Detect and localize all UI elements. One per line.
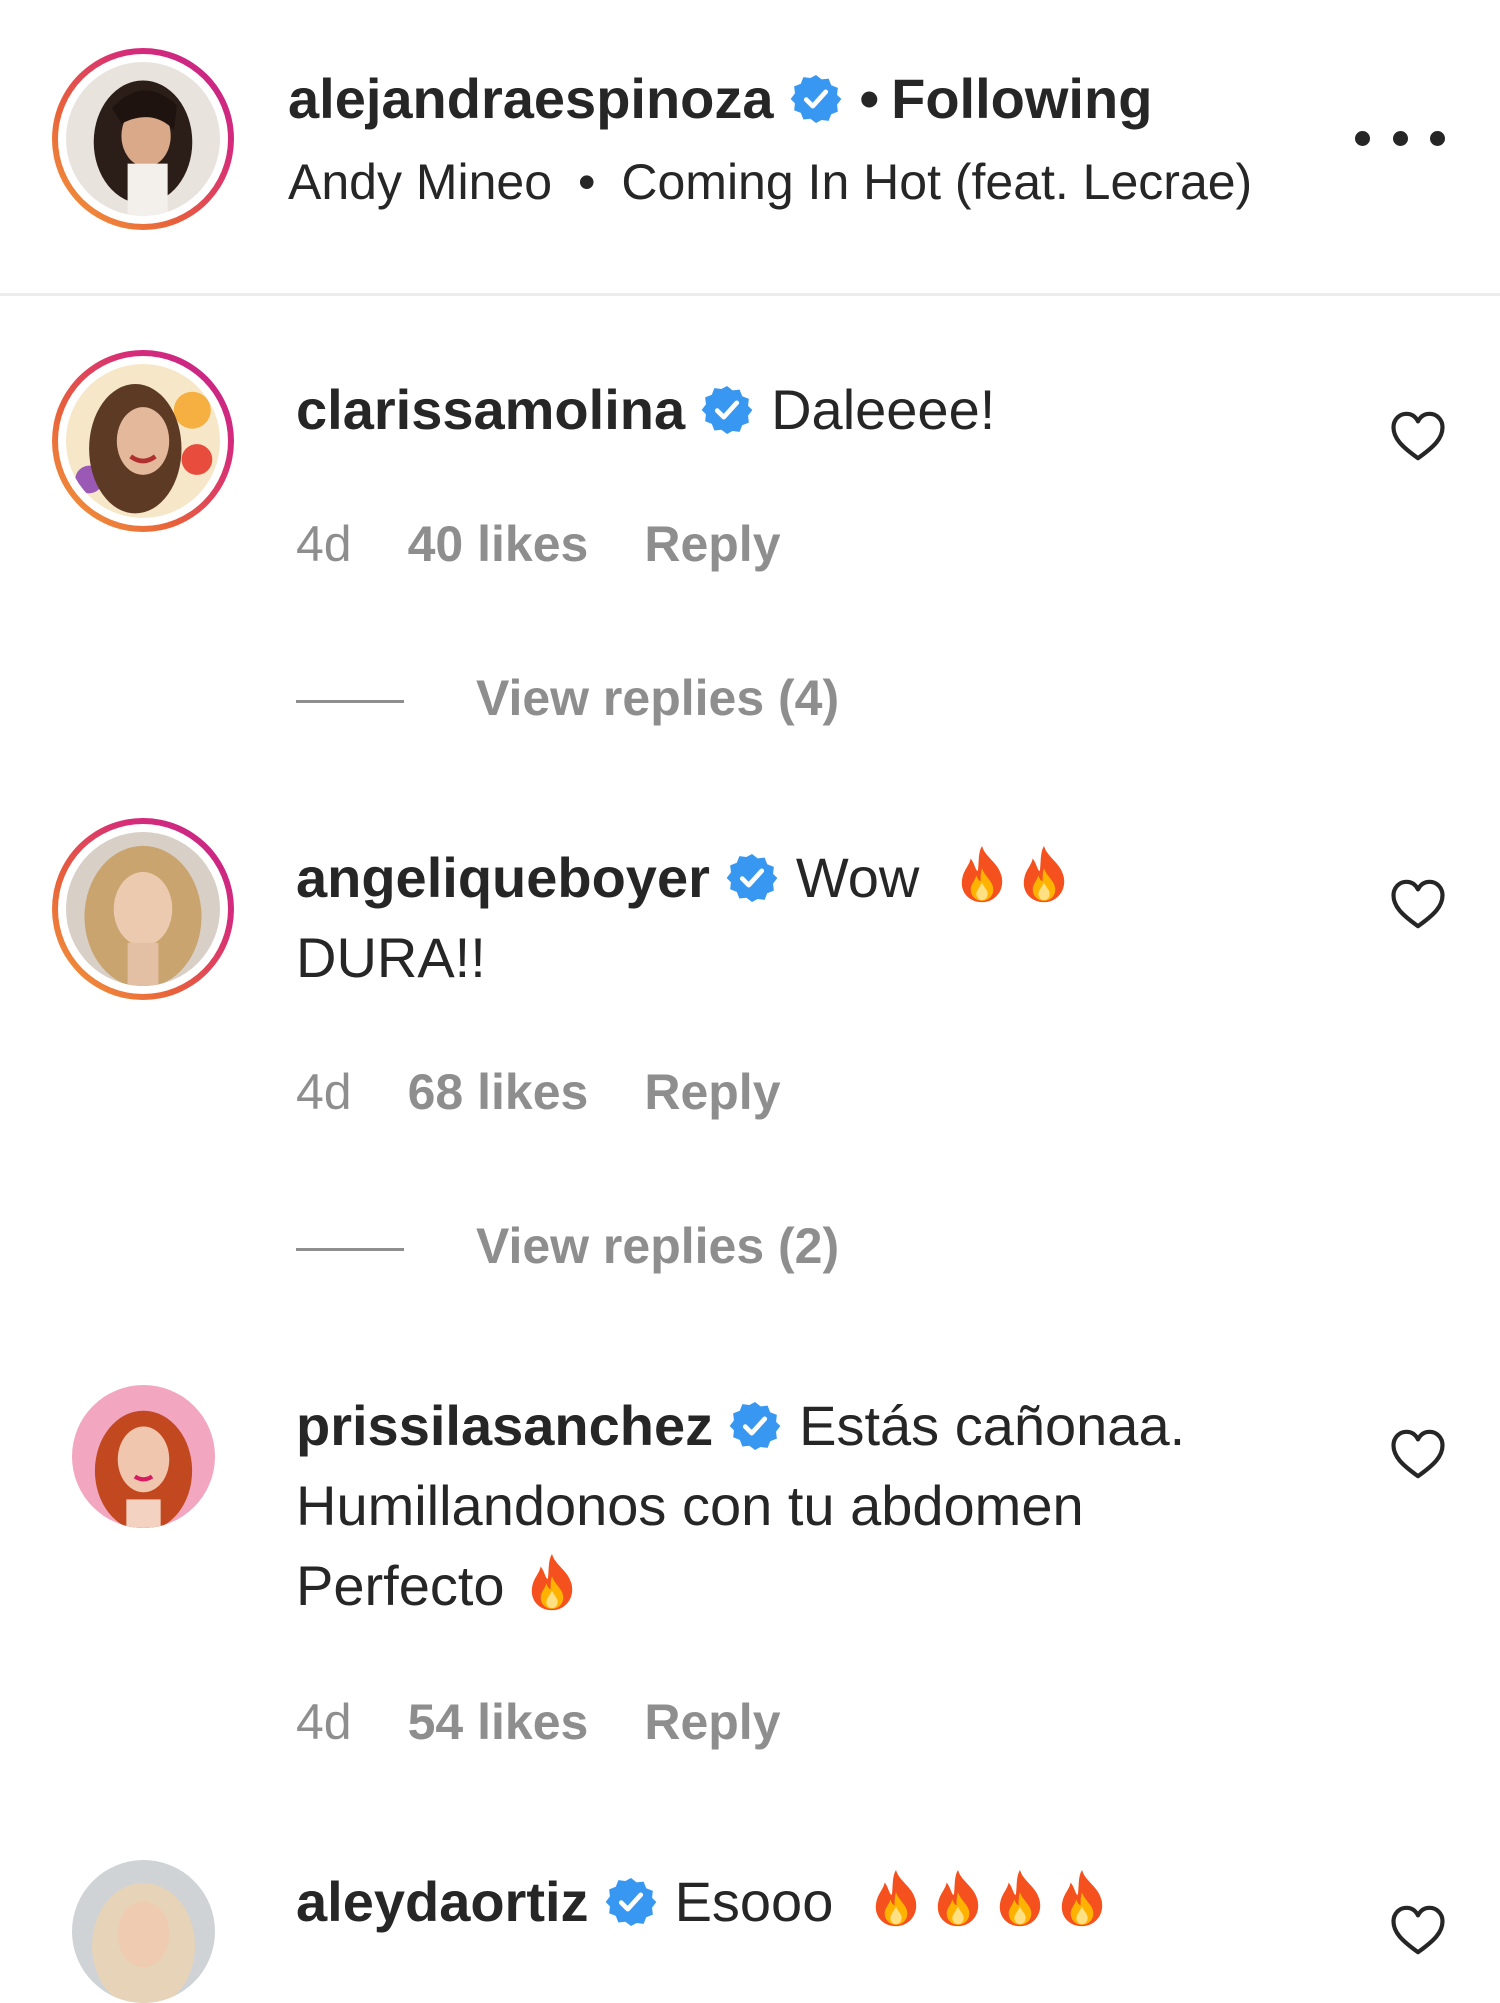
comment-likes[interactable]: 54 likes [408,1694,589,1750]
music-artist[interactable]: Andy Mineo [288,154,552,210]
verified-badge-icon [605,1876,657,1928]
verified-badge-icon [726,852,778,904]
comment-body: Estás cañonaa. [799,1394,1186,1457]
verified-badge-icon [790,73,842,125]
header-user-line: alejandraespinoza • Following [288,64,1152,134]
fire-emoji-icon [1053,1867,1111,1929]
following-button[interactable]: Following [891,67,1152,130]
like-heart-icon[interactable] [1390,410,1446,462]
avatar[interactable] [66,62,220,216]
replies-divider [296,1248,404,1252]
story-ring[interactable] [52,818,234,1000]
replies-divider [296,700,404,704]
avatar[interactable] [72,1860,215,2003]
comment-body-line3: Perfecto [296,1554,505,1617]
comment-text: aleydaortiz Esooo [296,1862,1336,1942]
comment-body: Wow [795,846,920,909]
fire-emoji-icon [953,843,1011,905]
view-replies-label[interactable]: View replies (2) [476,1218,839,1274]
like-heart-icon[interactable] [1390,878,1446,930]
comment-meta: 4d 68 likes Reply [296,1062,837,1122]
comment-text: angeliqueboyer Wow DURA!! [296,838,1336,998]
comment-time[interactable]: 4d [296,516,352,572]
like-heart-icon[interactable] [1390,1428,1446,1480]
view-replies-button[interactable]: View replies (2) [296,1216,839,1276]
story-ring[interactable] [52,48,234,230]
music-info[interactable]: Andy Mineo • Coming In Hot (feat. Lecrae… [288,150,1252,214]
reply-button[interactable]: Reply [644,1694,780,1750]
fire-emoji-icon [523,1551,581,1613]
view-replies-label[interactable]: View replies (4) [476,670,839,726]
avatar[interactable] [66,364,220,518]
fire-emoji-icon [929,1867,987,1929]
comment-body: Daleeee! [771,378,996,441]
post-header: alejandraespinoza • Following Andy Mineo •… [0,0,1500,296]
story-ring[interactable] [52,350,234,532]
fire-emoji-icon [1015,843,1073,905]
verified-badge-icon [729,1400,781,1452]
username[interactable]: alejandraespinoza [288,67,774,130]
like-heart-icon[interactable] [1390,1904,1446,1956]
more-options-icon[interactable] [1355,118,1445,158]
comment-username[interactable]: clarissamolina [296,378,685,441]
comment-body-line2: DURA!! [296,926,486,989]
comment-text: prissilasanchez Estás cañonaa. Humillando… [296,1386,1336,1626]
music-separator: • [577,154,596,210]
comment-text: clarissamolina Daleeee! [296,370,1336,450]
separator-dot: • [859,67,880,130]
fire-emoji-icon [991,1867,1049,1929]
fire-emoji-icon [867,1867,925,1929]
comment-likes[interactable]: 40 likes [408,516,589,572]
comment-username[interactable]: aleydaortiz [296,1870,589,1933]
comment-username[interactable]: angeliqueboyer [296,846,710,909]
comment-body-line2: Humillandonos con tu abdomen [296,1474,1084,1537]
comment-username[interactable]: prissilasanchez [296,1394,713,1457]
avatar[interactable] [72,1385,215,1528]
comment-meta: 4d 40 likes Reply [296,514,837,574]
reply-button[interactable]: Reply [644,1064,780,1120]
comment-time[interactable]: 4d [296,1064,352,1120]
comment-likes[interactable]: 68 likes [408,1064,589,1120]
music-title[interactable]: Coming In Hot (feat. Lecrae) [621,154,1252,210]
comment-body: Esooo [674,1870,834,1933]
verified-badge-icon [701,384,753,436]
avatar[interactable] [66,832,220,986]
reply-button[interactable]: Reply [644,516,780,572]
comment-time[interactable]: 4d [296,1694,352,1750]
comment-meta: 4d 54 likes Reply [296,1692,837,1752]
view-replies-button[interactable]: View replies (4) [296,668,839,728]
